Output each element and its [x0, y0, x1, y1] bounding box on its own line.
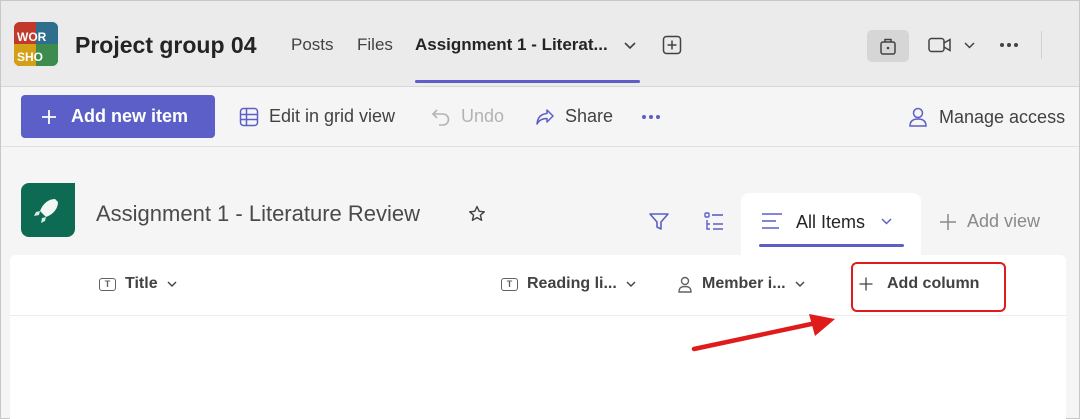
- filter-icon[interactable]: [647, 210, 671, 234]
- column-header-title[interactable]: T Title: [99, 275, 177, 293]
- tab-dropdown-chevron-icon[interactable]: [621, 37, 639, 55]
- list-icon: [21, 183, 75, 237]
- more-options-icon[interactable]: [997, 34, 1021, 56]
- list-title: Assignment 1 - Literature Review: [96, 201, 421, 226]
- column-reading-list-label: Reading li...: [527, 275, 617, 292]
- active-tab-indicator: [415, 80, 640, 83]
- meeting-lock-button[interactable]: [867, 30, 909, 62]
- team-avatar[interactable]: WOR SHO: [14, 22, 58, 66]
- top-bar: WOR SHO Project group 04 Posts Files Ass…: [1, 1, 1079, 87]
- manage-access-label: Manage access: [939, 106, 1066, 127]
- chevron-down-icon: [167, 281, 177, 287]
- chevron-down-icon: [626, 281, 636, 287]
- edit-grid-view-button[interactable]: Edit in grid view: [239, 106, 395, 127]
- team-title: Project group 04: [75, 32, 257, 58]
- share-label: Share: [565, 106, 614, 126]
- column-member-label: Member i...: [702, 275, 786, 292]
- view-chevron-down-icon: [881, 218, 892, 225]
- list-view-icon: [762, 213, 782, 229]
- command-more-icon[interactable]: [639, 109, 663, 125]
- plus-icon: [42, 109, 56, 124]
- plus-icon: [940, 213, 956, 230]
- add-column-highlight: [851, 262, 1006, 312]
- share-button[interactable]: Share: [535, 106, 613, 127]
- person-icon: [678, 276, 692, 293]
- undo-button[interactable]: Undo: [431, 106, 504, 127]
- rocket-icon: [34, 199, 58, 223]
- grid-icon: [239, 107, 259, 126]
- chevron-down-icon: [795, 281, 805, 287]
- video-call-icon[interactable]: [927, 34, 953, 56]
- add-tab-icon[interactable]: [661, 34, 683, 56]
- manage-access-button[interactable]: Manage access: [907, 106, 1065, 128]
- add-new-item-button[interactable]: Add new item: [21, 95, 215, 138]
- favorite-star-icon[interactable]: [466, 204, 488, 224]
- avatar-text-bottom: SHO: [17, 50, 43, 64]
- add-new-item-label: Add new item: [71, 106, 189, 126]
- tab-assignment-label: Assignment 1 - Literat...: [415, 35, 608, 54]
- share-icon: [536, 108, 554, 125]
- column-header-member[interactable]: Member i...: [677, 275, 805, 293]
- group-by-icon[interactable]: [702, 210, 726, 234]
- tab-files[interactable]: Files: [357, 35, 393, 55]
- person-icon: [909, 107, 927, 127]
- view-tab-underline: [759, 244, 904, 247]
- undo-label: Undo: [461, 106, 505, 126]
- top-bar-divider: [1041, 31, 1042, 59]
- tab-assignment[interactable]: Assignment 1 - Literat...: [415, 35, 608, 55]
- column-header-reading-list[interactable]: T Reading li...: [501, 275, 636, 293]
- tab-posts[interactable]: Posts: [291, 35, 334, 55]
- add-view-label: Add view: [967, 211, 1041, 231]
- add-view-button[interactable]: Add view: [939, 211, 1040, 232]
- video-dropdown-chevron-icon[interactable]: [962, 39, 976, 51]
- annotation-arrow-icon: [691, 314, 835, 352]
- undo-icon: [431, 108, 450, 126]
- column-title-label: Title: [125, 275, 158, 292]
- text-type-icon: T: [501, 277, 518, 291]
- command-bar: Add new item Edit in grid view Undo Shar…: [1, 87, 1079, 147]
- avatar-text-top: WOR: [17, 30, 47, 44]
- edit-grid-view-label: Edit in grid view: [269, 106, 396, 126]
- view-name-label: All Items: [796, 212, 866, 232]
- header-divider: [10, 315, 1066, 316]
- view-tab-all-items[interactable]: All Items: [741, 193, 921, 255]
- briefcase-icon: [880, 38, 896, 55]
- text-type-icon: T: [99, 277, 116, 291]
